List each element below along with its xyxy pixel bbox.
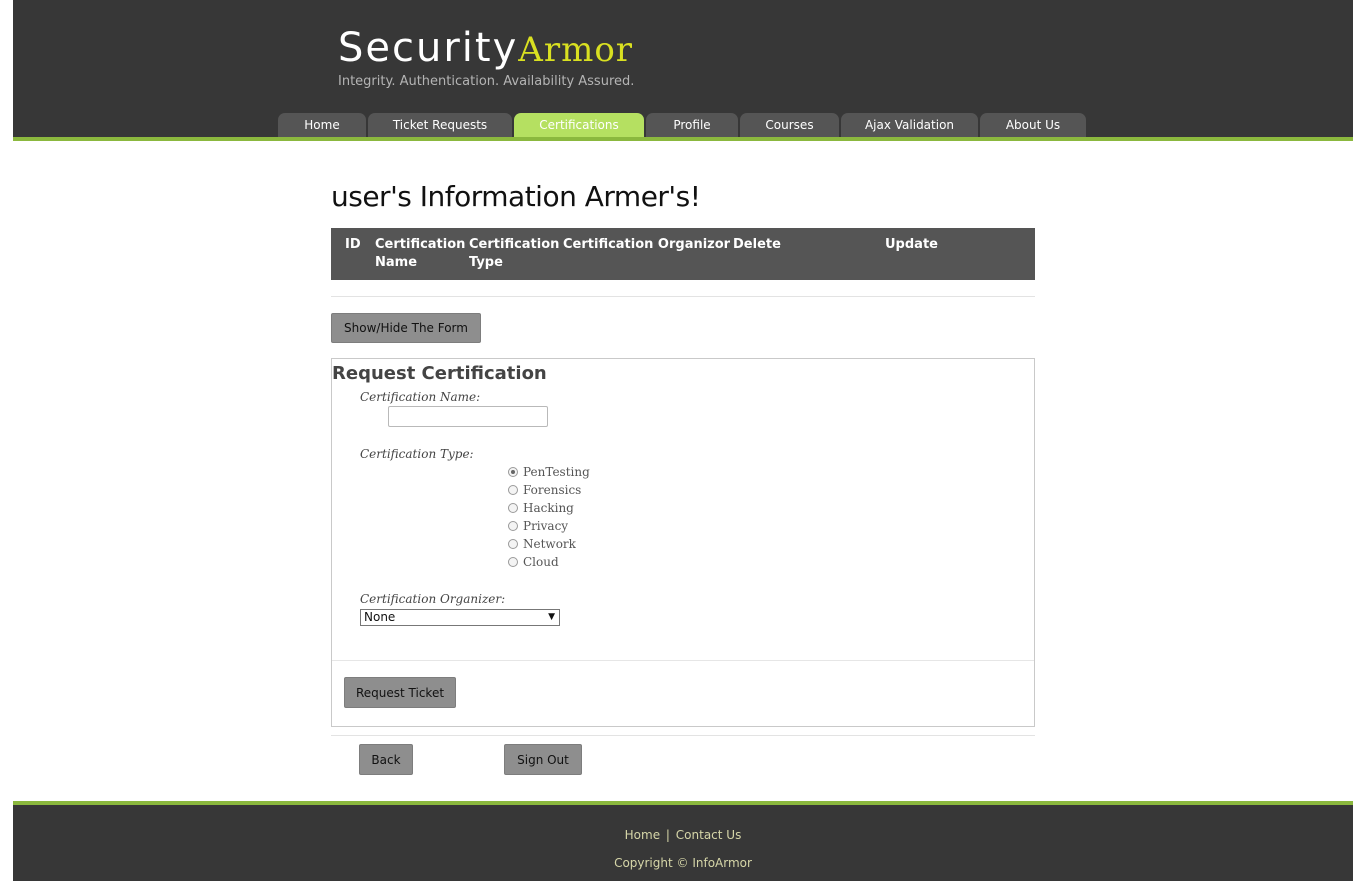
- form-title: Request Certification: [332, 363, 547, 384]
- footer-link-home[interactable]: Home: [625, 828, 660, 842]
- radio-option-forensics[interactable]: Forensics: [508, 481, 581, 499]
- toggle-form-button[interactable]: Show/Hide The Form: [331, 313, 481, 343]
- radio-button[interactable]: [508, 503, 518, 513]
- radio-button[interactable]: [508, 539, 518, 549]
- request-certification-form: Request Certification Certification Name…: [331, 358, 1035, 727]
- tab-certifications[interactable]: Certifications: [514, 113, 644, 137]
- cert-organizer-select[interactable]: None ▼: [360, 609, 560, 626]
- tab-courses[interactable]: Courses: [740, 113, 839, 137]
- radio-button[interactable]: [508, 521, 518, 531]
- chevron-down-icon: ▼: [548, 612, 555, 622]
- site-logo: SecurityArmor: [338, 24, 633, 74]
- radio-label: Network: [523, 537, 576, 551]
- radio-label: PenTesting: [523, 465, 590, 479]
- column-header-update: Update: [885, 237, 938, 252]
- tab-home[interactable]: Home: [278, 113, 366, 137]
- logo-text-security: Security: [338, 25, 519, 71]
- radio-label: Hacking: [523, 501, 574, 515]
- radio-label: Privacy: [523, 519, 569, 533]
- footer-link-contact[interactable]: Contact Us: [676, 828, 742, 842]
- radio-button[interactable]: [508, 557, 518, 567]
- radio-option-pentesting[interactable]: PenTesting: [508, 463, 590, 481]
- page-title: user's Information Armer's!: [331, 180, 701, 213]
- radio-button[interactable]: [508, 485, 518, 495]
- request-ticket-button[interactable]: Request Ticket: [344, 677, 456, 708]
- radio-button[interactable]: [508, 467, 518, 477]
- site-footer: Home | Contact Us Copyright © InfoArmor: [13, 801, 1353, 881]
- back-button[interactable]: Back: [359, 744, 413, 775]
- radio-option-hacking[interactable]: Hacking: [508, 499, 574, 517]
- divider: [331, 296, 1035, 297]
- form-divider: [332, 660, 1034, 661]
- footer-separator: |: [665, 828, 670, 842]
- tab-ajax-validation[interactable]: Ajax Validation: [841, 113, 978, 137]
- cert-name-label: Certification Name:: [360, 390, 481, 404]
- site-header: SecurityArmor Integrity. Authentication.…: [13, 0, 1353, 141]
- footer-links: Home | Contact Us: [13, 828, 1353, 842]
- cert-name-input[interactable]: [388, 406, 548, 427]
- footer-copyright: Copyright © InfoArmor: [614, 856, 752, 870]
- divider: [331, 735, 1035, 736]
- cert-organizer-label: Certification Organizer:: [360, 592, 506, 606]
- column-header-cert-type: Certification Type: [469, 237, 560, 270]
- radio-option-privacy[interactable]: Privacy: [508, 517, 568, 535]
- tab-profile[interactable]: Profile: [646, 113, 738, 137]
- column-header-id: ID: [345, 237, 361, 252]
- logo-text-armor: Armor: [518, 30, 634, 70]
- column-header-delete: Delete: [733, 237, 781, 252]
- tab-about-us[interactable]: About Us: [980, 113, 1086, 137]
- cert-type-label: Certification Type:: [360, 447, 474, 461]
- column-header-cert-name: Certification Name: [375, 237, 466, 270]
- main-nav: Home Ticket Requests Certifications Prof…: [278, 113, 1088, 137]
- select-value: None: [364, 610, 396, 624]
- radio-option-cloud[interactable]: Cloud: [508, 553, 559, 571]
- radio-label: Cloud: [523, 555, 559, 569]
- tab-ticket-requests[interactable]: Ticket Requests: [368, 113, 512, 137]
- radio-option-network[interactable]: Network: [508, 535, 576, 553]
- column-header-cert-organizer: Certification Organizor: [563, 237, 731, 252]
- site-tagline: Integrity. Authentication. Availability …: [338, 74, 635, 89]
- radio-label: Forensics: [523, 483, 582, 497]
- certifications-table-header: ID Certification Name Certification Type…: [331, 228, 1035, 280]
- sign-out-button[interactable]: Sign Out: [504, 744, 582, 775]
